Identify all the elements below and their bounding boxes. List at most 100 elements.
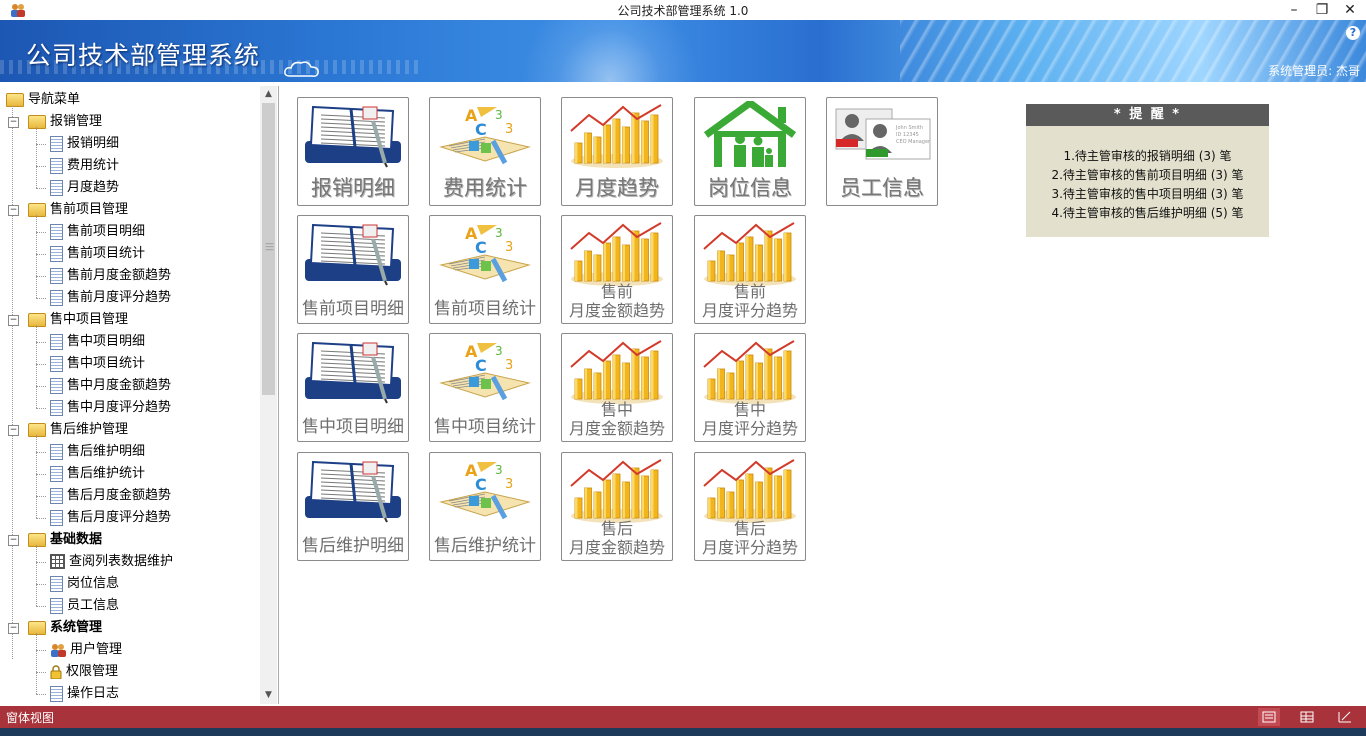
tree-leaf-item[interactable]: 用户管理 [36, 639, 122, 661]
tree-leaf-item[interactable]: 售中月度金额趋势 [36, 375, 171, 397]
collapse-toggle-icon[interactable]: − [8, 117, 19, 128]
tree-leaf-item[interactable]: 操作日志 [36, 683, 119, 704]
tree-item-label: 售中月度评分趋势 [67, 400, 172, 415]
sidebar-scrollbar[interactable]: ▲ — — — ▼ [260, 86, 277, 704]
tree-leaf-item[interactable]: 售中项目明细 [36, 331, 145, 353]
reminder-line[interactable]: 1.待主管审核的报销明细 (3) 笔 [1026, 147, 1269, 166]
tree-folder-item[interactable]: − 售后维护管理 [8, 419, 128, 441]
folder-open-icon [28, 620, 46, 635]
tree-connector [36, 518, 46, 519]
users-icon [50, 643, 66, 657]
svg-text:C: C [475, 120, 487, 139]
tree-leaf-item[interactable]: 售中月度评分趋势 [36, 397, 172, 419]
dashboard-tile[interactable]: 售后 月度金额趋势 [561, 452, 673, 561]
svg-text:3: 3 [505, 240, 513, 255]
dashboard-tile[interactable]: 售前 月度金额趋势 [561, 215, 673, 324]
dashboard-tile[interactable]: A C 3 3 费用统计 [429, 97, 541, 206]
tree-connector [36, 276, 46, 277]
dashboard-tile[interactable]: 售后维护明细 [297, 452, 409, 561]
tree-leaf-item[interactable]: 售后维护明细 [36, 441, 145, 463]
tree-leaf-item[interactable]: 售前月度评分趋势 [36, 287, 171, 309]
tree-root[interactable]: 导航菜单 [6, 89, 80, 111]
tree-item-label: 报销明细 [67, 136, 120, 151]
tree-leaf-item[interactable]: 售后维护统计 [36, 463, 146, 485]
tree-leaf-item[interactable]: 报销明细 [36, 133, 120, 155]
dashboard-tile[interactable]: A C 3 3 售前项目统计 [429, 215, 541, 324]
tree-leaf-item[interactable]: 员工信息 [36, 595, 119, 617]
form-view-button[interactable] [1258, 708, 1280, 726]
dashboard-tile[interactable]: 报销明细 [297, 97, 409, 206]
reminder-line[interactable]: 3.待主管审核的售中项目明细 (3) 笔 [1026, 185, 1269, 204]
tree-leaf-item[interactable]: 月度趋势 [36, 177, 119, 199]
tree-folder-item[interactable]: − 基础数据 [8, 529, 103, 551]
svg-text:3: 3 [505, 477, 513, 492]
restore-button[interactable]: ❐ [1309, 0, 1335, 20]
tree-leaf-item[interactable]: 售后月度评分趋势 [36, 507, 171, 529]
folder-open-icon [28, 312, 46, 327]
tile-label-line: 月度评分趋势 [701, 538, 798, 557]
reminder-line[interactable]: 2.待主管审核的售前项目明细 (3) 笔 [1026, 166, 1269, 185]
help-icon[interactable]: ? [1346, 26, 1360, 40]
tree-leaf-item[interactable]: 售前月度金额趋势 [36, 265, 172, 287]
tree-leaf-item[interactable]: 查阅列表数据维护 [36, 551, 173, 573]
scroll-up-arrow-icon[interactable]: ▲ [260, 86, 277, 103]
dashboard-tile[interactable]: 售中项目明细 [297, 333, 409, 442]
scroll-thumb[interactable]: — — — [262, 103, 275, 395]
tree-leaf-item[interactable]: 费用统计 [36, 155, 119, 177]
svg-text:ID 12345: ID 12345 [896, 132, 919, 138]
cloud-icon [284, 61, 319, 77]
datasheet-view-button[interactable] [1296, 708, 1318, 726]
tree-leaf-item[interactable]: 岗位信息 [36, 573, 119, 595]
abc-statistics-icon: AC33 [435, 456, 535, 524]
dashboard-tile[interactable]: 售前 月度评分趋势 [694, 215, 806, 324]
tile-label: 售前项目统计 [434, 299, 536, 319]
tile-label: 月度趋势 [575, 176, 659, 200]
tree-connector [36, 215, 37, 298]
design-view-button[interactable] [1334, 708, 1356, 726]
dashboard-tile[interactable]: 售中 月度金额趋势 [561, 333, 673, 442]
tree-item-label: 售后维护统计 [67, 466, 146, 481]
collapse-toggle-icon[interactable]: − [8, 623, 19, 634]
tile-label-line: 月度评分趋势 [701, 301, 798, 320]
collapse-toggle-icon[interactable]: − [8, 535, 19, 546]
bar-trend-chart-icon [567, 456, 667, 524]
app-banner: 公司技术部管理系统 ? 系统管理员: 杰哥 [0, 20, 1366, 82]
tree-leaf-item[interactable]: 权限管理 [36, 661, 118, 683]
dashboard-tile[interactable]: 售后 月度评分趋势 [694, 452, 806, 561]
dashboard-tile[interactable]: 售前项目明细 [297, 215, 409, 324]
close-button[interactable]: ✕ [1337, 0, 1363, 20]
svg-text:3: 3 [495, 344, 503, 358]
collapse-toggle-icon[interactable]: − [8, 205, 19, 216]
reminder-line[interactable]: 4.待主管审核的售后维护明细 (5) 笔 [1026, 204, 1269, 223]
tree-folder-item[interactable]: − 售前项目管理 [8, 199, 128, 221]
collapse-toggle-icon[interactable]: − [8, 425, 19, 436]
tree-leaf-item[interactable]: 售后月度金额趋势 [36, 485, 171, 507]
dashboard-tile[interactable]: John Smith ID 12345 CEO Manager 员工信息 [826, 97, 938, 206]
dashboard-tile[interactable]: A C 3 3 售后维护统计 [429, 452, 541, 561]
scroll-down-arrow-icon[interactable]: ▼ [260, 687, 277, 704]
dashboard-tile[interactable]: 月度趋势 [561, 97, 673, 206]
tree-leaf-item[interactable]: 售前项目明细 [36, 221, 145, 243]
svg-text:C: C [475, 238, 487, 257]
house-family-icon [700, 99, 800, 169]
tile-label-line: 售中 [733, 400, 766, 419]
tree-item-label: 售前月度金额趋势 [67, 268, 172, 283]
tree-folder-item[interactable]: − 系统管理 [8, 617, 102, 639]
reminder-title: * 提 醒 * [1026, 104, 1269, 126]
minimize-button[interactable]: – [1281, 0, 1307, 20]
bar-trend-chart-icon [567, 219, 667, 287]
dashboard-tile[interactable]: 售中 月度评分趋势 [694, 333, 806, 442]
tree-folder-item[interactable]: − 报销管理 [8, 111, 102, 133]
tree-item-label: 基础数据 [50, 532, 103, 547]
tree-connector [36, 562, 46, 563]
tree-leaf-item[interactable]: 售前项目统计 [36, 243, 145, 265]
lock-icon [50, 664, 62, 679]
tree-connector [36, 672, 46, 673]
dashboard-tile[interactable]: 岗位信息 [694, 97, 806, 206]
tree-folder-item[interactable]: − 售中项目管理 [8, 309, 128, 331]
collapse-toggle-icon[interactable]: − [8, 315, 19, 326]
svg-text:C: C [475, 356, 487, 375]
document-icon [50, 487, 63, 504]
tree-leaf-item[interactable]: 售中项目统计 [36, 353, 145, 375]
dashboard-tile[interactable]: A C 3 3 售中项目统计 [429, 333, 541, 442]
